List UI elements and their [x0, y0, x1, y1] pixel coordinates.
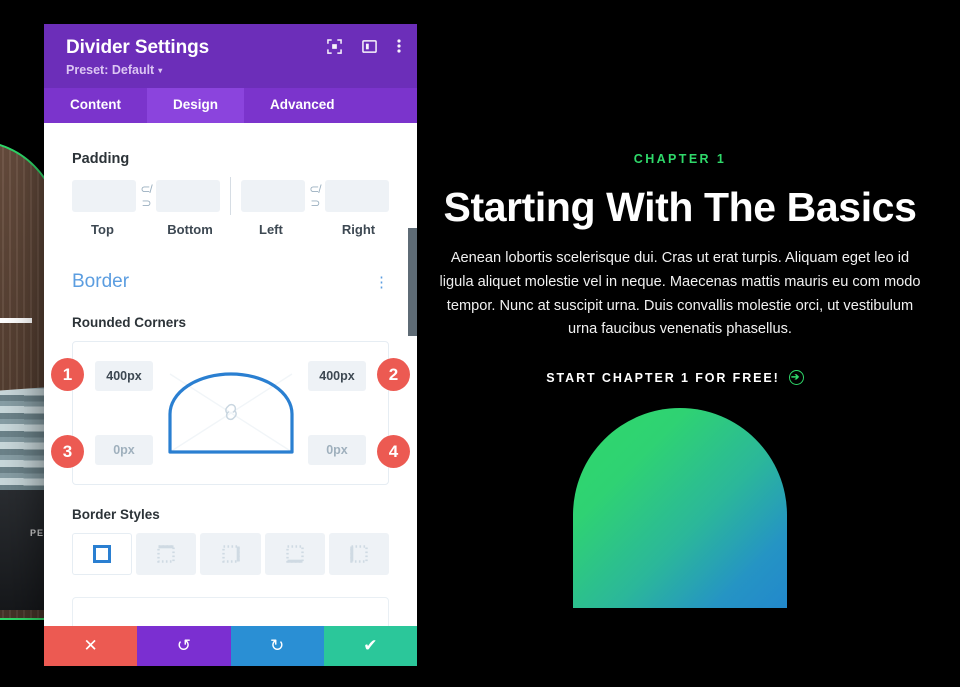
chevron-down-icon: ▾ — [158, 65, 163, 75]
padding-labels: Top Bottom Left Right — [72, 222, 389, 237]
border-top-button[interactable] — [136, 533, 197, 575]
cta-link[interactable]: START CHAPTER 1 FOR FREE! ➔ — [430, 370, 930, 386]
padding-bottom-label: Bottom — [167, 222, 213, 237]
border-bottom-button[interactable] — [264, 533, 325, 575]
padding-left-label: Left — [259, 222, 283, 237]
corner-bottom-right-input[interactable]: 0px — [308, 435, 366, 465]
screen: PENT CHAPTER 1 Starting With The Basics … — [0, 0, 960, 687]
rounded-corners-control: 1 2 3 4 400px 400px 0px 0px — [51, 341, 410, 485]
padding-left-input[interactable] — [240, 180, 305, 212]
body-paragraph: Aenean lobortis scelerisque dui. Cras ut… — [439, 250, 921, 338]
cancel-button[interactable]: ✕ — [44, 626, 138, 666]
corner-top-right-input[interactable]: 400px — [308, 361, 366, 391]
border-left-button[interactable] — [328, 533, 390, 575]
link-icon — [224, 403, 237, 421]
page-title: Starting With The Basics — [443, 184, 917, 230]
padding-group: Padding ⊂/⊃ ⊂/⊃ Top Bottom Left Right — [44, 123, 417, 237]
border-section-title: Border — [72, 271, 130, 292]
corner-bottom-left-input[interactable]: 0px — [95, 435, 153, 465]
divider — [230, 177, 231, 215]
badge-2: 2 — [377, 358, 410, 391]
divider-settings-modal: Divider Settings Preset: Default ▾ Conte… — [44, 24, 417, 666]
layout-icon[interactable] — [362, 39, 377, 54]
white-divider-dash — [0, 318, 32, 323]
preset-selector[interactable]: Preset: Default ▾ — [66, 63, 399, 77]
redo-button[interactable]: ↻ — [230, 626, 324, 666]
tab-content[interactable]: Content — [44, 88, 147, 123]
link-left-right-icon[interactable]: ⊂/⊃ — [305, 182, 325, 210]
padding-top-input[interactable] — [72, 180, 136, 212]
more-options-icon[interactable] — [397, 38, 401, 54]
modal-action-bar: ✕ ↺ ↻ ✔ — [44, 626, 417, 666]
undo-button[interactable]: ↺ — [137, 626, 231, 666]
padding-title: Padding — [72, 151, 130, 167]
cta-label: START CHAPTER 1 FOR FREE! — [546, 370, 780, 385]
corner-shape-preview — [166, 370, 296, 456]
padding-right-label: Right — [341, 222, 376, 237]
save-button[interactable]: ✔ — [323, 626, 417, 666]
border-styles-row — [72, 533, 390, 575]
border-section-menu-icon[interactable]: ⋮ — [374, 275, 389, 290]
corner-top-left-input[interactable]: 400px — [95, 361, 153, 391]
badge-4: 4 — [377, 435, 410, 468]
rounded-corners-group: Rounded Corners 1 2 3 4 400px 400px 0px … — [44, 315, 417, 575]
border-styles-label: Border Styles — [72, 507, 160, 522]
vertical-scrollbar-thumb[interactable] — [408, 228, 417, 336]
modal-header-icons — [327, 38, 401, 54]
tab-advanced[interactable]: Advanced — [244, 88, 361, 123]
padding-top-label: Top — [91, 222, 114, 237]
rounded-corners-label: Rounded Corners — [72, 315, 187, 330]
padding-bottom-input[interactable] — [156, 180, 221, 212]
tab-design[interactable]: Design — [147, 88, 245, 123]
border-right-button[interactable] — [200, 533, 261, 575]
border-section-header: Border ⋮ — [44, 271, 417, 293]
gradient-divider-shape — [573, 408, 787, 608]
chapter-eyebrow: CHAPTER 1 — [633, 152, 727, 166]
padding-inputs-row: ⊂/⊃ ⊂/⊃ — [72, 177, 389, 215]
badge-1: 1 — [51, 358, 84, 391]
settings-scroll-area: Padding ⊂/⊃ ⊂/⊃ Top Bottom Left Right Bo… — [44, 123, 417, 626]
next-setting-placeholder — [72, 597, 389, 626]
border-all-button[interactable] — [72, 533, 133, 575]
modal-header: Divider Settings Preset: Default ▾ — [44, 24, 417, 88]
badge-3: 3 — [51, 435, 84, 468]
modal-tabs: Content Design Advanced — [44, 88, 417, 123]
preset-label: Preset: Default — [66, 63, 155, 77]
link-top-bottom-icon[interactable]: ⊂/⊃ — [136, 182, 156, 210]
expand-icon[interactable] — [327, 38, 342, 54]
arrow-right-circle-icon: ➔ — [788, 370, 804, 386]
padding-right-input[interactable] — [325, 180, 389, 212]
